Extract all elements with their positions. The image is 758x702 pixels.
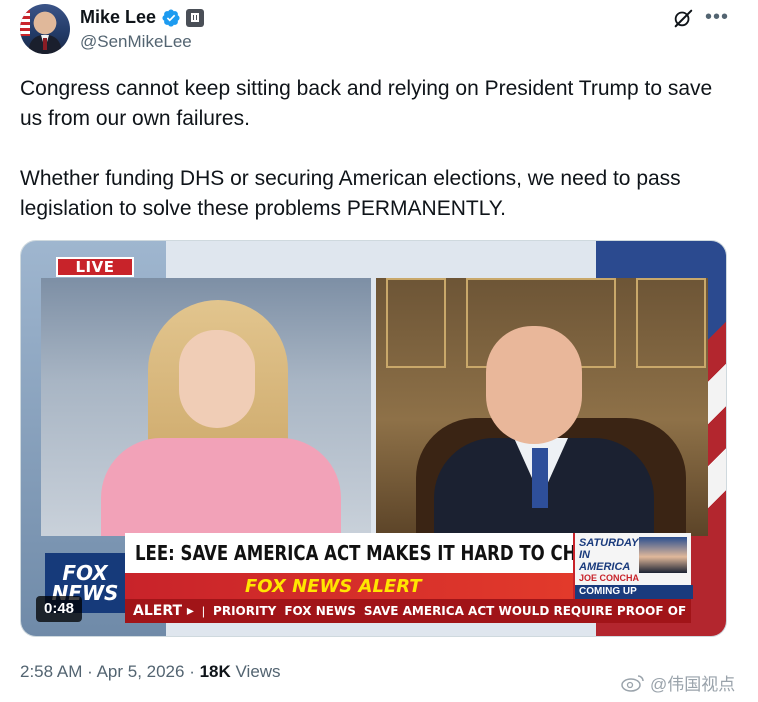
news-ticker: ALERT ▸ | PRIORITY FOX NEWS SAVE AMERICA… <box>125 599 691 623</box>
live-badge: LIVE <box>56 257 134 277</box>
video-player[interactable]: LIVE FOX NEWS LEE: SAVE AMERICA ACT MAKE… <box>20 240 727 637</box>
show-thumbnail <box>639 537 687 573</box>
tweet-paragraph: Congress cannot keep sitting back and re… <box>20 77 713 130</box>
more-options-icon[interactable]: ••• <box>705 7 729 27</box>
author-name[interactable]: Mike Lee <box>80 7 156 28</box>
video-duration: 0:48 <box>36 596 83 622</box>
avatar-flag <box>20 10 30 36</box>
tweet-paragraph: Whether funding DHS or securing American… <box>20 167 681 220</box>
verified-badge-icon[interactable] <box>161 8 181 28</box>
tweet-time[interactable]: 2:58 AM <box>20 662 82 681</box>
chyron-headline: LEE: SAVE AMERICA ACT MAKES IT HARD TO C… <box>125 533 611 573</box>
guest-video-panel <box>376 278 708 536</box>
watermark-text: @伟国视点 <box>650 675 736 694</box>
author-handle[interactable]: @SenMikeLee <box>80 32 192 52</box>
views-label: Views <box>235 662 281 681</box>
tweet-text: Congress cannot keep sitting back and re… <box>20 74 720 254</box>
anchor-video-panel <box>41 278 371 536</box>
government-badge-icon[interactable] <box>186 8 205 27</box>
weibo-icon <box>621 674 644 692</box>
show-promo: SATURDAY IN AMERICA JOE CONCHA COMING UP <box>573 533 693 599</box>
views-count[interactable]: 18K <box>200 662 231 681</box>
tweet-metadata: 2:58 AM · Apr 5, 2026 · 18K Views <box>20 662 281 681</box>
tweet-date[interactable]: Apr 5, 2026 <box>97 662 185 681</box>
author-name-row: Mike Lee <box>80 7 205 28</box>
watermark: @伟国视点 <box>620 670 735 695</box>
author-avatar[interactable] <box>20 4 70 54</box>
grok-icon[interactable] <box>672 7 694 29</box>
tweet-card: Mike Lee @SenMikeLee ••• Congress cannot… <box>0 0 758 702</box>
alert-banner: FOX NEWS ALERT <box>125 573 573 599</box>
